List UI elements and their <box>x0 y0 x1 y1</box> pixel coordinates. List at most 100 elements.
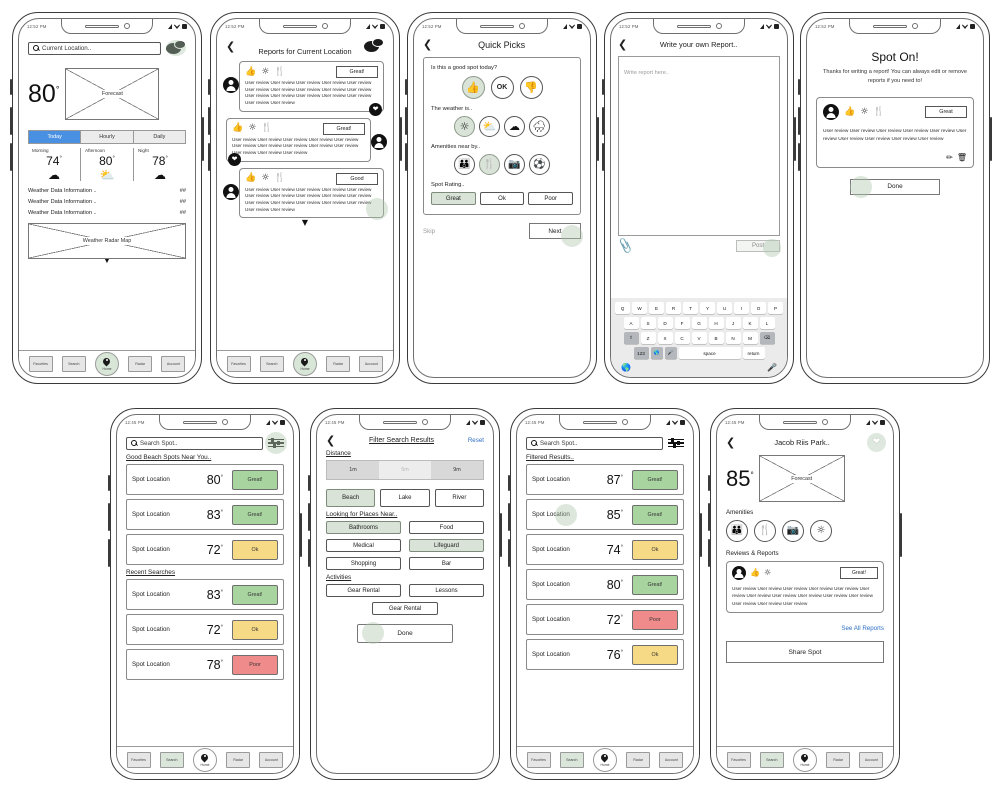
shift-key[interactable]: ⇧ <box>623 332 639 344</box>
water-option-river[interactable]: River <box>434 489 484 507</box>
phone-volume-up-button[interactable] <box>602 107 605 135</box>
phone-volume-down-button[interactable] <box>108 539 111 567</box>
phone-volume-down-button[interactable] <box>10 143 13 171</box>
water-option-lake[interactable]: Lake <box>380 489 430 507</box>
phone-mute-button[interactable] <box>602 79 605 95</box>
phone-mute-button[interactable] <box>508 475 511 491</box>
water-option-beach[interactable]: Beach <box>326 489 376 507</box>
phone-mute-button[interactable] <box>798 79 801 95</box>
chat-bubbles-icon[interactable] <box>364 38 384 54</box>
key-o[interactable]: O <box>751 302 766 314</box>
return-key[interactable]: return <box>742 347 765 359</box>
phone-volume-down-button[interactable] <box>708 539 711 567</box>
tab-home[interactable]: Home <box>792 748 817 772</box>
amenity-option-sports[interactable]: ⚽ <box>529 154 550 175</box>
key-a[interactable]: A <box>623 317 639 329</box>
spot-result-row[interactable]: Spot Location 80° Great! <box>126 464 284 495</box>
phone-volume-down-button[interactable] <box>405 143 408 171</box>
spot-result-row[interactable]: Spot Location 76° Ok <box>526 639 684 670</box>
tab-search[interactable]: Search <box>61 356 86 372</box>
option-thumbs-up[interactable]: 👍 <box>461 76 485 99</box>
phone-volume-down-button[interactable] <box>308 539 311 567</box>
phone-power-button[interactable] <box>793 117 796 161</box>
activity-option-gear-rental[interactable]: Gear Rental <box>326 584 401 597</box>
tab-today[interactable]: Today <box>29 131 81 143</box>
amenity-photo[interactable]: 📷 <box>782 520 804 542</box>
tab-radar[interactable]: Radar <box>626 752 651 768</box>
phone-volume-down-button[interactable] <box>798 143 801 171</box>
amenity-option-restroom[interactable]: 👪 <box>454 154 475 175</box>
weather-option-partly-cloudy[interactable]: ⛅ <box>479 116 500 137</box>
spot-result-row[interactable]: Spot Location 72° Ok <box>126 614 284 645</box>
key-s[interactable]: S <box>640 317 656 329</box>
phone-mute-button[interactable] <box>405 79 408 95</box>
phone-power-button[interactable] <box>899 513 902 557</box>
pencil-icon[interactable]: ✏ <box>946 153 953 162</box>
phone-power-button[interactable] <box>299 513 302 557</box>
spot-result-row[interactable]: Spot Location 78° Poor <box>126 649 284 680</box>
phone-volume-down-button[interactable] <box>508 539 511 567</box>
key-t[interactable]: T <box>683 302 698 314</box>
phone-power-button[interactable] <box>989 117 992 161</box>
tab-radar[interactable]: Radar <box>326 356 351 372</box>
amenity-food[interactable]: 🍴 <box>754 520 776 542</box>
microphone-icon[interactable]: 🎤 <box>664 347 677 359</box>
sliders-icon[interactable] <box>268 436 284 450</box>
heart-icon[interactable]: ❤ <box>369 102 382 116</box>
phone-volume-up-button[interactable] <box>798 107 801 135</box>
tab-account[interactable]: Account <box>259 752 284 768</box>
key-k[interactable]: K <box>742 317 758 329</box>
amenity-option-camera[interactable]: 📷 <box>504 154 525 175</box>
done-button[interactable]: Done <box>850 178 940 195</box>
key-h[interactable]: H <box>708 317 724 329</box>
tab-home[interactable]: Home <box>592 748 617 772</box>
tab-hourly[interactable]: Hourly <box>80 131 133 143</box>
key-p[interactable]: P <box>768 302 783 314</box>
place-option-bar[interactable]: Bar <box>409 557 484 570</box>
key-d[interactable]: D <box>657 317 673 329</box>
phone-volume-up-button[interactable] <box>405 107 408 135</box>
spot-search-input[interactable]: Search Spot.. <box>526 436 663 450</box>
back-chevron-icon[interactable]: ❮ <box>326 435 335 446</box>
tab-home[interactable]: Home <box>292 352 317 376</box>
phone-volume-up-button[interactable] <box>108 503 111 531</box>
key-m[interactable]: M <box>742 332 758 344</box>
place-option-shopping[interactable]: Shopping <box>326 557 401 570</box>
back-chevron-icon[interactable]: ❮ <box>226 41 235 52</box>
spot-result-row[interactable]: Spot Location 80° Great! <box>526 569 684 600</box>
key-v[interactable]: V <box>691 332 707 344</box>
weather-option-rain[interactable]: 🌧 <box>529 116 550 137</box>
key-u[interactable]: U <box>717 302 732 314</box>
skip-button[interactable]: Skip <box>423 228 435 235</box>
phone-mute-button[interactable] <box>208 79 211 95</box>
back-chevron-icon[interactable]: ❮ <box>423 39 432 50</box>
tab-search[interactable]: Search <box>759 752 784 768</box>
key-x[interactable]: X <box>657 332 673 344</box>
key-y[interactable]: Y <box>700 302 715 314</box>
weather-option-cloud[interactable]: ☁ <box>504 116 525 137</box>
chat-bubbles-icon[interactable] <box>166 40 186 56</box>
weather-radar-map[interactable]: Weather Radar Map <box>28 223 186 259</box>
phone-volume-up-button[interactable] <box>708 503 711 531</box>
backspace-key[interactable]: ⌫ <box>759 332 775 344</box>
phone-power-button[interactable] <box>596 117 599 161</box>
sliders-icon[interactable] <box>668 436 684 450</box>
tab-account[interactable]: Account <box>659 752 684 768</box>
key-l[interactable]: L <box>759 317 775 329</box>
weather-option-sun[interactable]: ☼ <box>454 116 475 137</box>
post-button[interactable]: Post <box>736 240 780 252</box>
heart-icon[interactable]: ❤ <box>866 433 886 452</box>
key-i[interactable]: I <box>734 302 749 314</box>
heart-icon[interactable]: ❤ <box>228 152 241 166</box>
paperclip-icon[interactable]: 📎 <box>616 237 634 254</box>
tab-daily[interactable]: Daily <box>132 131 185 143</box>
tab-search[interactable]: Search <box>159 752 184 768</box>
spot-search-input[interactable]: Search Spot.. <box>126 436 263 450</box>
tab-favorites[interactable]: Favorites <box>726 752 751 768</box>
key-g[interactable]: G <box>691 317 707 329</box>
phone-volume-down-button[interactable] <box>208 143 211 171</box>
reset-button[interactable]: Reset <box>468 437 484 444</box>
tab-radar[interactable]: Radar <box>226 752 251 768</box>
trash-icon[interactable]: 🗑 <box>957 153 967 162</box>
tab-favorites[interactable]: Favorites <box>226 356 251 372</box>
